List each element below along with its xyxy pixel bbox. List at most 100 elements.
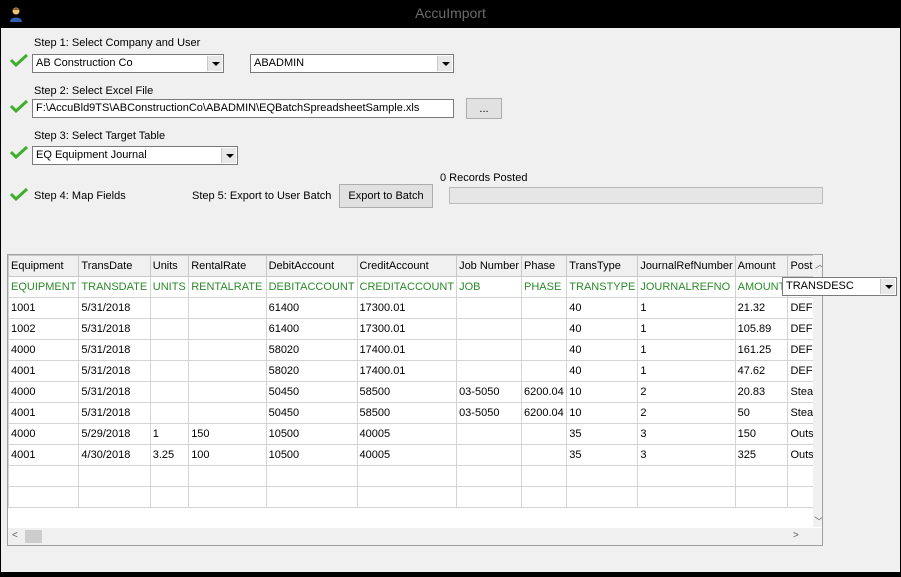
column-header[interactable]: Job Number bbox=[456, 255, 522, 277]
table-cell[interactable]: 17300.01 bbox=[356, 297, 458, 319]
table-cell[interactable] bbox=[149, 297, 190, 319]
table-cell[interactable]: 105.89 bbox=[734, 318, 789, 340]
table-cell[interactable]: 03-5050 bbox=[456, 381, 522, 403]
table-cell[interactable]: 61400 bbox=[265, 297, 358, 319]
table-cell[interactable]: 35 bbox=[566, 444, 639, 466]
table-cell[interactable]: 3 bbox=[637, 444, 736, 466]
company-select[interactable]: AB Construction Co bbox=[32, 54, 224, 73]
table-cell[interactable]: 5/31/2018 bbox=[78, 339, 151, 361]
chevron-down-icon[interactable] bbox=[880, 279, 895, 294]
table-cell[interactable] bbox=[149, 360, 190, 382]
table-cell[interactable]: 1 bbox=[637, 339, 736, 361]
table-cell[interactable] bbox=[456, 339, 522, 361]
mapping-cell[interactable]: JOB bbox=[456, 276, 522, 298]
table-cell[interactable]: 40 bbox=[566, 339, 639, 361]
table-cell[interactable] bbox=[188, 465, 267, 487]
table-cell[interactable]: 17300.01 bbox=[356, 318, 458, 340]
table-cell[interactable]: 40005 bbox=[356, 444, 458, 466]
table-cell[interactable] bbox=[356, 465, 458, 487]
column-header[interactable]: RentalRate bbox=[188, 255, 267, 277]
export-to-batch-button[interactable]: Export to Batch bbox=[339, 184, 433, 208]
table-cell[interactable] bbox=[149, 486, 190, 508]
table-cell[interactable]: 21.32 bbox=[734, 297, 789, 319]
table-cell[interactable] bbox=[456, 297, 522, 319]
table-cell[interactable]: 10 bbox=[566, 381, 639, 403]
table-cell[interactable]: 1 bbox=[637, 318, 736, 340]
column-header[interactable]: Units bbox=[149, 255, 190, 277]
user-select[interactable]: ABADMIN bbox=[250, 54, 454, 73]
table-cell[interactable] bbox=[149, 381, 190, 403]
table-cell[interactable] bbox=[188, 402, 267, 424]
table-cell[interactable]: 4/30/2018 bbox=[78, 444, 151, 466]
table-cell[interactable] bbox=[456, 486, 522, 508]
table-cell[interactable] bbox=[566, 486, 639, 508]
table-cell[interactable] bbox=[456, 444, 522, 466]
table-cell[interactable] bbox=[188, 381, 267, 403]
excel-file-input[interactable]: F:\AccuBld9TS\ABConstructionCo\ABADMIN\E… bbox=[32, 99, 454, 118]
scroll-down-icon[interactable]: ﹀ bbox=[814, 513, 822, 528]
table-cell[interactable] bbox=[456, 423, 522, 445]
table-cell[interactable]: 5/31/2018 bbox=[78, 360, 151, 382]
table-cell[interactable]: 2 bbox=[637, 402, 736, 424]
table-cell[interactable]: 58500 bbox=[356, 402, 458, 424]
table-cell[interactable] bbox=[520, 444, 568, 466]
table-cell[interactable] bbox=[188, 297, 267, 319]
column-header[interactable]: JournalRefNumber bbox=[637, 255, 736, 277]
column-header[interactable]: CreditAccount bbox=[356, 255, 458, 277]
table-cell[interactable] bbox=[520, 465, 568, 487]
table-cell[interactable]: 3 bbox=[637, 423, 736, 445]
table-cell[interactable]: 5/29/2018 bbox=[78, 423, 151, 445]
table-row[interactable]: 4000 5/31/2018 50450 58500 03-5050 6200.04 10 2… bbox=[8, 381, 822, 403]
mapping-cell[interactable]: TRANSTYPE bbox=[566, 276, 639, 298]
table-cell[interactable]: 150 bbox=[188, 423, 267, 445]
chevron-down-icon[interactable] bbox=[221, 148, 236, 163]
table-cell[interactable] bbox=[520, 423, 568, 445]
table-cell[interactable]: 4001 bbox=[8, 360, 80, 382]
horizontal-scrollbar[interactable]: < > bbox=[8, 528, 822, 545]
table-cell[interactable]: 5/31/2018 bbox=[78, 297, 151, 319]
table-cell[interactable] bbox=[456, 465, 522, 487]
table-cell[interactable]: 325 bbox=[734, 444, 789, 466]
table-row[interactable]: 4000 5/29/2018 1 150 10500 40005 35 3 150 Outs bbox=[8, 423, 822, 445]
table-cell[interactable] bbox=[520, 318, 568, 340]
table-cell[interactable] bbox=[520, 360, 568, 382]
table-cell[interactable]: 4000 bbox=[8, 339, 80, 361]
scroll-right-icon[interactable]: > bbox=[793, 530, 799, 541]
table-cell[interactable] bbox=[637, 486, 736, 508]
mapping-field-select[interactable]: TRANSDESC bbox=[782, 277, 897, 296]
table-cell[interactable] bbox=[456, 318, 522, 340]
table-cell[interactable]: 6200.04 bbox=[520, 402, 568, 424]
table-cell[interactable]: 1 bbox=[637, 360, 736, 382]
table-cell[interactable]: 58500 bbox=[356, 381, 458, 403]
table-cell[interactable]: 161.25 bbox=[734, 339, 789, 361]
column-header[interactable]: DebitAccount bbox=[265, 255, 358, 277]
mapping-cell[interactable]: DEBITACCOUNT bbox=[265, 276, 358, 298]
table-row[interactable]: 4001 5/31/2018 58020 17400.01 40 1 47.62 DEF bbox=[8, 360, 822, 382]
table-cell[interactable]: 10500 bbox=[265, 423, 358, 445]
table-cell[interactable]: 3.25 bbox=[149, 444, 190, 466]
scroll-left-icon[interactable]: < bbox=[12, 530, 18, 541]
table-cell[interactable]: 50450 bbox=[265, 381, 358, 403]
table-cell[interactable]: 10 bbox=[566, 402, 639, 424]
table-cell[interactable]: 4001 bbox=[8, 402, 80, 424]
table-cell[interactable] bbox=[356, 486, 458, 508]
table-cell[interactable]: 17400.01 bbox=[356, 339, 458, 361]
table-cell[interactable]: 1002 bbox=[8, 318, 80, 340]
table-cell[interactable]: 1 bbox=[149, 423, 190, 445]
table-cell[interactable]: 58020 bbox=[265, 339, 358, 361]
table-cell[interactable] bbox=[188, 360, 267, 382]
table-row[interactable]: 1002 5/31/2018 61400 17300.01 40 1 105.89 DEF bbox=[8, 318, 822, 340]
table-cell[interactable] bbox=[188, 486, 267, 508]
table-cell[interactable]: 58020 bbox=[265, 360, 358, 382]
table-cell[interactable] bbox=[734, 465, 789, 487]
table-cell[interactable] bbox=[8, 486, 80, 508]
mapping-cell[interactable]: TRANSDATE bbox=[78, 276, 151, 298]
table-cell[interactable]: 1 bbox=[637, 297, 736, 319]
mapping-cell[interactable]: EQUIPMENT bbox=[8, 276, 80, 298]
mapping-cell[interactable]: AMOUNT bbox=[734, 276, 789, 298]
table-cell[interactable]: 6200.04 bbox=[520, 381, 568, 403]
table-row[interactable]: 4001 5/31/2018 50450 58500 03-5050 6200.04 10 2… bbox=[8, 402, 822, 424]
table-cell[interactable]: 35 bbox=[566, 423, 639, 445]
mapping-cell[interactable]: JOURNALREFNO bbox=[637, 276, 736, 298]
table-cell[interactable]: 4000 bbox=[8, 381, 80, 403]
